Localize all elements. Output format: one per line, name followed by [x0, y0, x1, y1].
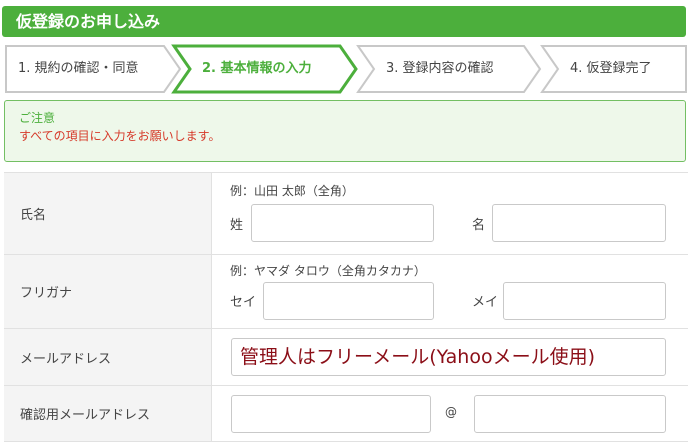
first-name-kana-input[interactable] [503, 282, 666, 320]
page-title: 仮登録のお申し込み [2, 6, 686, 37]
registration-form: 氏名 例：山田 太郎（全角） 姓 名 フリガナ 例：ヤマダ タロウ（全角カタカナ… [4, 172, 688, 442]
furigana-label: フリガナ [4, 255, 212, 328]
email-confirm-label: 確認用メールアドレス [4, 386, 212, 441]
email-confirm-row: 確認用メールアドレス @ [4, 386, 688, 442]
email-confirm-domain-input[interactable] [474, 395, 666, 433]
step-4-label: 4. 仮登録完了 [570, 61, 652, 76]
step-2-label: 2. 基本情報の入力 [202, 61, 312, 76]
notice-box: ご注意 すべての項目に入力をお願いします。 [4, 100, 686, 162]
email-confirm-local-input[interactable] [231, 395, 431, 433]
mei-kana-label: メイ [472, 295, 499, 310]
email-label: メールアドレス [4, 329, 212, 385]
sei-kana-label: セイ [230, 295, 257, 310]
email-input[interactable]: 管理人はフリーメール(Yahooメール使用) [231, 338, 666, 376]
step-indicator: 1. 規約の確認・同意 2. 基本情報の入力 3. 登録内容の確認 4. 仮登録… [4, 44, 688, 94]
at-sign: @ [445, 405, 457, 419]
name-label: 氏名 [4, 173, 212, 254]
furigana-row: フリガナ 例：ヤマダ タロウ（全角カタカナ） セイ メイ [4, 255, 688, 329]
name-row: 氏名 例：山田 太郎（全角） 姓 名 [4, 173, 688, 255]
sei-label: 姓 [230, 218, 244, 233]
first-name-input[interactable] [492, 204, 666, 242]
step-3-label: 3. 登録内容の確認 [386, 61, 494, 76]
mei-label: 名 [472, 218, 486, 233]
email-row: メールアドレス 管理人はフリーメール(Yahooメール使用) [4, 329, 688, 386]
furigana-hint: 例：ヤマダ タロウ（全角カタカナ） [230, 264, 426, 278]
name-hint: 例：山田 太郎（全角） [230, 184, 354, 198]
last-name-kana-input[interactable] [263, 282, 434, 320]
notice-title: ご注意 [19, 111, 56, 125]
last-name-input[interactable] [251, 204, 434, 242]
step-1-label: 1. 規約の確認・同意 [18, 61, 139, 76]
notice-text: すべての項目に入力をお願いします。 [19, 129, 221, 143]
